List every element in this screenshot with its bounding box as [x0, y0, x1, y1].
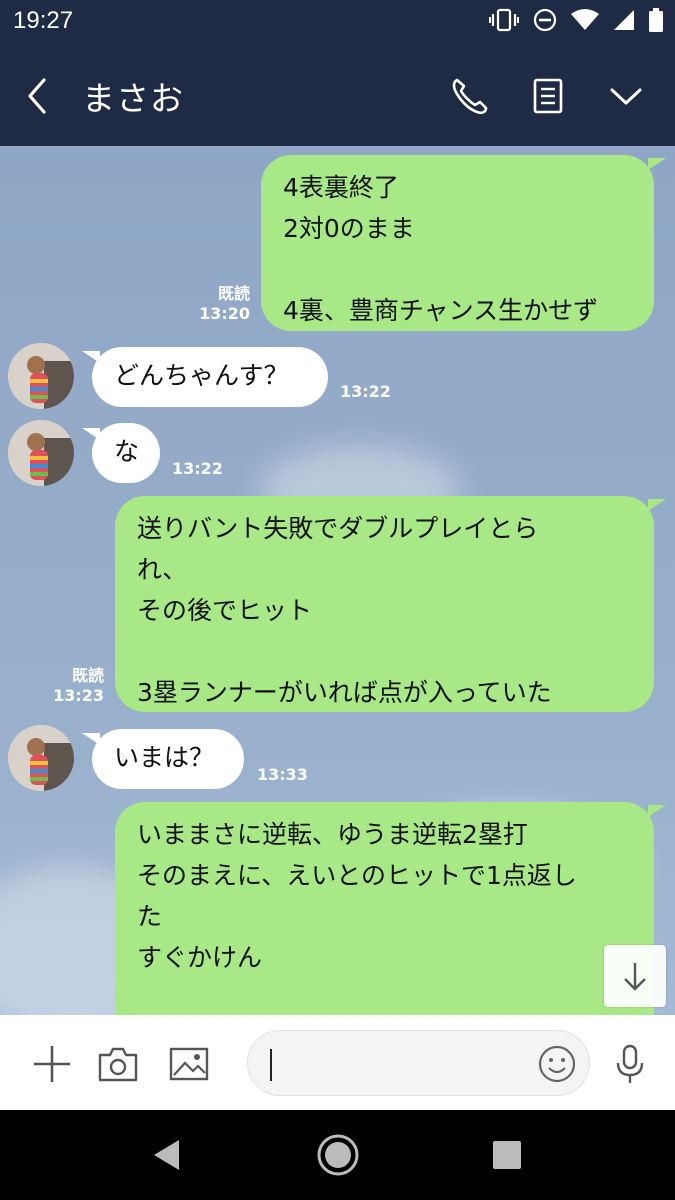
- system-nav-bar: [0, 1110, 675, 1200]
- outgoing-message[interactable]: 送りバント失敗でダブルプレイとら れ、 その後でヒット 3塁ランナーがいれば点が…: [115, 496, 654, 712]
- nav-home-button[interactable]: [315, 1132, 361, 1178]
- camera-button[interactable]: [97, 1043, 139, 1085]
- nav-recents-button[interactable]: [484, 1132, 530, 1178]
- status-bar: 19:27: [0, 0, 675, 44]
- message-time: 13:22: [340, 382, 391, 401]
- chevron-left-icon: [28, 78, 46, 114]
- notes-icon: [533, 78, 563, 114]
- avatar[interactable]: [8, 725, 74, 791]
- voice-button[interactable]: [609, 1043, 651, 1085]
- chat-area[interactable]: 4表裏終了 2対0のまま 4裏、豊商チャンス生かせず 既読 13:20 どんちゃ…: [0, 146, 675, 1015]
- wifi-icon: [571, 9, 599, 31]
- nav-back-button[interactable]: [145, 1132, 191, 1178]
- mic-icon: [616, 1044, 644, 1083]
- incoming-message[interactable]: な: [92, 423, 160, 483]
- chat-title: まさお: [82, 79, 184, 118]
- avatar-image: [8, 343, 74, 409]
- input-bar: [0, 1015, 675, 1110]
- triangle-back-icon: [154, 1140, 179, 1170]
- message-meta: 既読 13:23: [44, 666, 104, 706]
- message-time: 13:22: [172, 459, 223, 478]
- avatar-image: [8, 420, 74, 486]
- menu-button[interactable]: [604, 74, 648, 118]
- do-not-disturb-icon: [533, 8, 557, 32]
- message-time: 13:33: [257, 765, 308, 784]
- emoji-icon: [538, 1045, 576, 1083]
- plus-icon: [34, 1046, 70, 1082]
- battery-icon: [649, 8, 663, 32]
- image-button[interactable]: [168, 1043, 210, 1085]
- vibrate-icon: [489, 8, 519, 32]
- incoming-message[interactable]: どんちゃんす？: [92, 347, 328, 407]
- bubble-tail: [648, 499, 666, 511]
- avatar[interactable]: [8, 343, 74, 409]
- square-recents-icon: [493, 1141, 521, 1169]
- message-text-field[interactable]: [278, 1045, 522, 1083]
- back-button[interactable]: [20, 74, 56, 118]
- notes-button[interactable]: [526, 74, 570, 118]
- message-time: 13:20: [199, 304, 250, 323]
- emoji-button[interactable]: [537, 1044, 577, 1084]
- text-caret: [270, 1049, 272, 1081]
- arrow-down-icon: [624, 963, 646, 991]
- camera-icon: [98, 1047, 138, 1082]
- avatar-image: [8, 725, 74, 791]
- scroll-to-bottom-button[interactable]: [604, 945, 666, 1007]
- chat-header: まさお: [0, 44, 675, 146]
- status-time: 19:27: [13, 7, 74, 34]
- home-circle-icon: [317, 1134, 359, 1176]
- status-icons: [489, 8, 663, 32]
- message-time: 13:23: [53, 686, 104, 705]
- call-button[interactable]: [447, 74, 491, 118]
- message-input[interactable]: [247, 1030, 590, 1096]
- message-meta: 既読 13:20: [190, 284, 250, 324]
- signal-icon: [613, 9, 635, 31]
- read-receipt: 既読: [71, 666, 104, 685]
- outgoing-message[interactable]: 4表裏終了 2対0のまま 4裏、豊商チャンス生かせず: [261, 155, 654, 331]
- bubble-tail: [648, 158, 666, 170]
- avatar[interactable]: [8, 420, 74, 486]
- bubble-tail: [648, 805, 666, 817]
- phone-icon: [452, 78, 488, 115]
- add-button[interactable]: [31, 1043, 73, 1085]
- chevron-down-icon: [610, 88, 642, 105]
- read-receipt: 既読: [217, 284, 250, 303]
- incoming-message[interactable]: いまは？: [92, 729, 244, 789]
- image-icon: [169, 1047, 209, 1081]
- outgoing-message[interactable]: いままさに逆転、ゆうま逆転2塁打 そのまえに、えいとのヒットで1点返し た すぐ…: [115, 802, 654, 1015]
